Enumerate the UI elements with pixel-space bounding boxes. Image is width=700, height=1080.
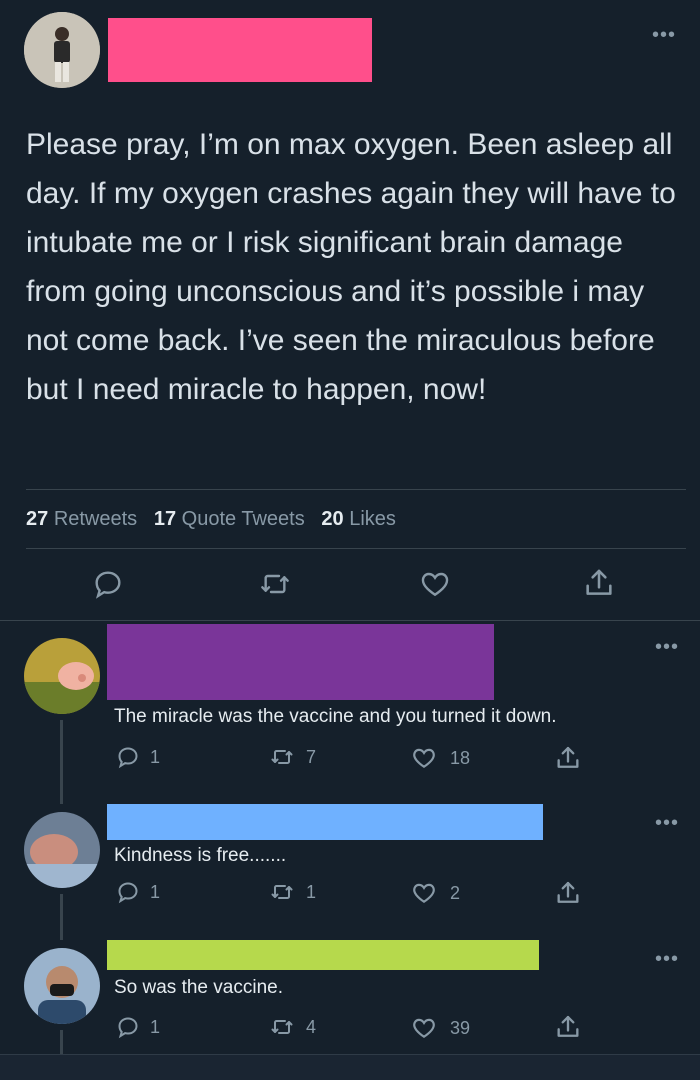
share-icon[interactable] [582, 566, 616, 600]
like-count: 39 [450, 1017, 471, 1038]
divider [0, 620, 700, 621]
author-avatar[interactable] [24, 12, 100, 88]
likes-count: 20 [321, 508, 344, 530]
like-icon [413, 1018, 435, 1038]
retweet-count: 1 [306, 881, 317, 902]
share-icon[interactable] [554, 744, 582, 772]
retweet-icon [271, 1020, 293, 1034]
retweet-icon[interactable] [258, 568, 292, 600]
reply-action-reply[interactable]: 1 [116, 745, 160, 769]
more-icon[interactable]: ••• [652, 25, 676, 45]
reply-avatar[interactable] [24, 638, 100, 714]
thread-line [60, 894, 63, 940]
like-icon[interactable] [418, 568, 452, 600]
reply-action-reply[interactable]: 1 [116, 880, 160, 904]
more-icon[interactable]: ••• [655, 637, 679, 657]
divider [26, 548, 686, 549]
redacted-reply-author [107, 940, 539, 970]
reply-action-like[interactable]: 18 [410, 745, 470, 771]
reply-icon [118, 1017, 138, 1039]
quotes-label[interactable]: Quote Tweets [182, 508, 305, 530]
reply-action-retweet[interactable]: 1 [268, 880, 316, 904]
more-icon[interactable]: ••• [655, 813, 679, 833]
reply-icon [118, 882, 138, 904]
like-icon [413, 748, 435, 768]
tweet-stats: 27 Retweets 17 Quote Tweets 20 Likes [26, 508, 396, 531]
divider [26, 489, 686, 490]
redacted-reply-author [107, 624, 494, 700]
redacted-author-name [108, 18, 372, 82]
like-count: 2 [450, 882, 461, 903]
likes-label[interactable]: Likes [349, 508, 396, 530]
redacted-reply-author [107, 804, 543, 840]
reply-text: The miracle was the vaccine and you turn… [114, 706, 557, 727]
bottom-nav-bar [0, 1054, 700, 1080]
reply-text: So was the vaccine. [114, 977, 283, 998]
reply-text: Kindness is free....... [114, 845, 287, 866]
retweet-icon [271, 885, 293, 899]
like-icon [413, 883, 435, 903]
retweets-label[interactable]: Retweets [54, 508, 137, 530]
reply-action-like[interactable]: 39 [410, 1015, 470, 1041]
tweet-text: Please pray, I’m on max oxygen. Been asl… [26, 128, 676, 406]
share-icon[interactable] [554, 879, 582, 907]
reply-count: 1 [150, 881, 161, 902]
reply-avatar[interactable] [24, 812, 100, 888]
thread-line [60, 720, 63, 804]
reply-action-retweet[interactable]: 4 [268, 1015, 316, 1039]
retweet-icon [271, 750, 293, 764]
retweet-count: 7 [306, 746, 317, 767]
reply-icon[interactable] [92, 568, 124, 600]
more-icon[interactable]: ••• [655, 949, 679, 969]
reply-count: 1 [150, 746, 161, 767]
reply-action-like[interactable]: 2 [410, 880, 460, 906]
reply-count: 1 [150, 1016, 161, 1037]
like-count: 18 [450, 747, 471, 768]
reply-action-retweet[interactable]: 7 [268, 745, 316, 769]
share-icon[interactable] [554, 1013, 582, 1041]
retweet-count: 4 [306, 1016, 317, 1037]
reply-avatar[interactable] [24, 948, 100, 1024]
reply-icon [118, 747, 138, 769]
quotes-count: 17 [153, 508, 177, 530]
retweets-count: 27 [26, 508, 49, 530]
reply-action-reply[interactable]: 1 [116, 1015, 160, 1039]
